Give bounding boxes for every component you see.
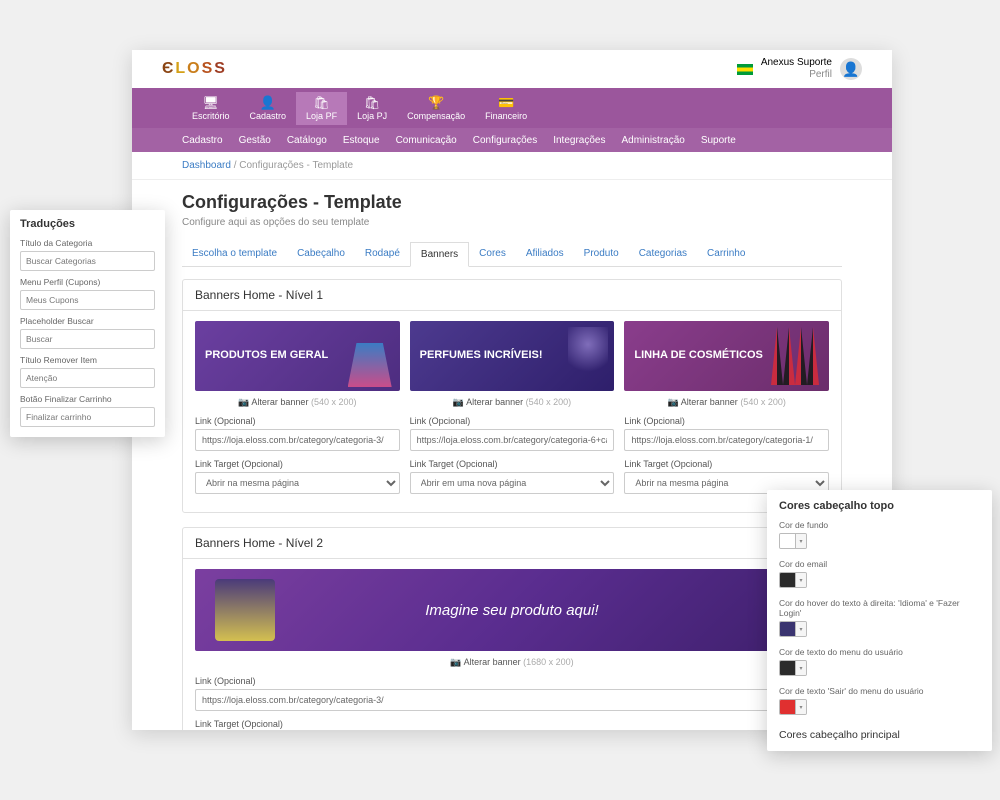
chevron-down-icon: ▾ [796,700,806,714]
color-picker[interactable]: ▾ [779,533,807,549]
traducao-input[interactable] [20,251,155,271]
breadcrumb: Dashboard / Configurações - Template [132,152,892,180]
section-title: Banners Home - Nível 1 [183,280,841,311]
page-subtitle: Configure aqui as opções do seu template [182,217,842,228]
banner-preview[interactable]: PRODUTOS EM GERAL [195,321,400,391]
subnav-item-cadastro[interactable]: Cadastro [182,135,223,146]
traducao-input[interactable] [20,290,155,310]
nav-icon: 👤 [260,96,276,109]
user-sub: Perfil [761,69,832,81]
subnav-item-gestão[interactable]: Gestão [239,135,271,146]
tab-carrinho[interactable]: Carrinho [697,242,755,266]
color-picker[interactable]: ▾ [779,572,807,588]
nav-item-compensação[interactable]: 🏆Compensação [397,92,475,125]
traducao-input[interactable] [20,329,155,349]
nav-icon: 🛍 [313,96,330,109]
breadcrumb-root[interactable]: Dashboard [182,160,231,171]
panel-title: Cores cabeçalho topo [779,500,980,512]
config-tabs: Escolha o templateCabeçalhoRodapéBanners… [182,242,842,267]
primary-nav: 🖥Escritório👤Cadastro🛍Loja PF🛍Loja PJ🏆Com… [132,88,892,128]
tab-escolha-o-template[interactable]: Escolha o template [182,242,287,266]
chevron-down-icon: ▾ [796,534,806,548]
brand-logo: ЄLOSS [162,60,227,78]
banner-target-select[interactable]: Abrir em uma nova página [410,472,615,494]
nav-icon: 🛍 [364,96,381,109]
nav-item-financeiro[interactable]: 💳Financeiro [475,92,537,125]
cores-panel: Cores cabeçalho topo Cor de fundo▾Cor do… [767,490,992,751]
tab-banners[interactable]: Banners [410,242,469,267]
banners-level1-card: Banners Home - Nível 1 PRODUTOS EM GERAL… [182,279,842,513]
subnav-item-administração[interactable]: Administração [621,135,684,146]
subnav-item-comunicação[interactable]: Comunicação [396,135,457,146]
user-name: Anexus Suporte [761,57,832,69]
change-banner-link[interactable]: 📷 Alterar banner (540 x 200) [410,397,615,408]
banner-target-select[interactable]: Abrir na mesma página [195,472,400,494]
avatar-icon[interactable]: 👤 [840,58,862,80]
tab-cores[interactable]: Cores [469,242,516,266]
nav-icon: 💳 [498,96,514,109]
camera-icon: 📷 [668,397,679,407]
change-banner-link[interactable]: 📷 Alterar banner (540 x 200) [195,397,400,408]
traducao-input[interactable] [20,407,155,427]
nav-item-escritório[interactable]: 🖥Escritório [182,92,240,125]
banner-link-input[interactable] [195,429,400,451]
wide-banner-preview[interactable]: Imagine seu produto aqui! [195,569,829,651]
banner-column: PERFUMES INCRÍVEIS! 📷 Alterar banner (540… [410,321,615,502]
chevron-down-icon: ▾ [796,622,806,636]
user-menu[interactable]: Anexus Suporte Perfil 👤 [737,57,862,81]
change-banner-link[interactable]: 📷 Alterar banner (1680 x 200) [195,657,829,668]
tab-produto[interactable]: Produto [574,242,629,266]
locale-flag-icon[interactable] [737,64,753,75]
chevron-down-icon: ▾ [796,661,806,675]
camera-icon: 📷 [450,657,461,667]
banners-level2-card: Banners Home - Nível 2 Imagine seu produ… [182,527,842,730]
subnav-item-configurações[interactable]: Configurações [473,135,537,146]
panel-title: Traduções [20,218,155,230]
traducoes-panel: Traduções Título da CategoriaMenu Perfil… [10,210,165,437]
section-title: Banners Home - Nível 2 [183,528,841,559]
tab-categorias[interactable]: Categorias [629,242,697,266]
color-picker[interactable]: ▾ [779,660,807,676]
page-title: Configurações - Template [182,192,842,213]
nav-item-loja-pj[interactable]: 🛍Loja PJ [347,92,397,125]
nav-icon: 🏆 [428,96,444,109]
chevron-down-icon: ▾ [796,573,806,587]
banner-link-input[interactable] [624,429,829,451]
banner-column: PRODUTOS EM GERAL 📷 Alterar banner (540 x… [195,321,400,502]
subnav-item-catálogo[interactable]: Catálogo [287,135,327,146]
color-picker[interactable]: ▾ [779,699,807,715]
header-bar: ЄLOSS Anexus Suporte Perfil 👤 [132,50,892,88]
secondary-panel-title: Cores cabeçalho principal [779,729,980,741]
camera-icon: 📷 [238,397,249,407]
tab-afiliados[interactable]: Afiliados [516,242,574,266]
wide-banner-link-input[interactable] [195,689,829,711]
subnav-item-suporte[interactable]: Suporte [701,135,736,146]
secondary-nav: Cadastro Gestão Catálogo Estoque Comunicação… [132,128,892,152]
traducao-input[interactable] [20,368,155,388]
banner-preview[interactable]: LINHA DE COSMÉTICOS [624,321,829,391]
nav-icon: 🖥 [203,96,220,109]
breadcrumb-current: Configurações - Template [239,160,353,171]
banner-link-input[interactable] [410,429,615,451]
banner-column: LINHA DE COSMÉTICOS 📷 Alterar banner (540… [624,321,829,502]
subnav-item-estoque[interactable]: Estoque [343,135,380,146]
nav-item-loja-pf[interactable]: 🛍Loja PF [296,92,347,125]
tab-rodapé[interactable]: Rodapé [355,242,410,266]
banner-preview[interactable]: PERFUMES INCRÍVEIS! [410,321,615,391]
change-banner-link[interactable]: 📷 Alterar banner (540 x 200) [624,397,829,408]
tab-cabeçalho[interactable]: Cabeçalho [287,242,355,266]
nav-item-cadastro[interactable]: 👤Cadastro [240,92,297,125]
color-picker[interactable]: ▾ [779,621,807,637]
subnav-item-integrações[interactable]: Integrações [553,135,605,146]
camera-icon: 📷 [453,397,464,407]
